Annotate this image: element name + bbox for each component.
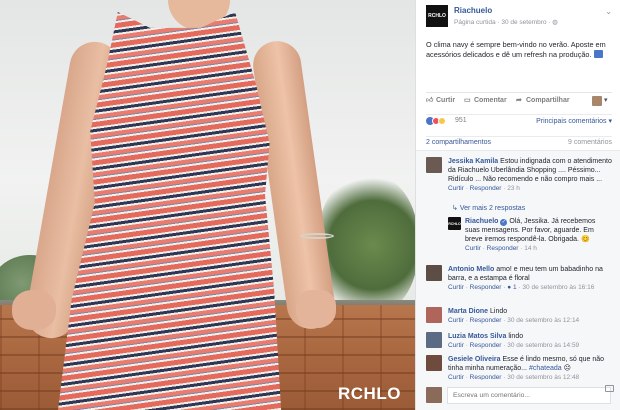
avatar[interactable] [426,355,442,371]
post-as-avatar[interactable] [592,96,602,106]
comment-time[interactable]: 30 de setembro às 14:59 [507,342,579,349]
post-text: O clima navy é sempre bem-vindo no verão… [426,40,612,60]
thumbs-up-icon: ● [507,284,512,291]
sad-emoji-icon: ☹ [563,365,571,372]
comment-reply-link[interactable]: Responder [470,342,502,349]
comments-list: Jessika Kamila Estou indignada com o ate… [416,150,620,382]
comment-button[interactable]: ▭ Comentar [464,97,507,104]
chevron-down-icon[interactable]: ⌄ [605,7,612,16]
post-text-body: O clima navy é sempre bem-vindo no verão… [426,40,606,59]
comment-meta: Curtir · Responder · 23 h [448,185,520,192]
page-avatar[interactable]: RCHLO [426,5,448,27]
post-header: RCHLO Riachuelo Página curtida · 30 de s… [426,5,616,31]
comment-label: Comentar [474,97,507,104]
reply-like-link[interactable]: Curtir [465,245,481,252]
like-button[interactable]: 👍︎ Curtir [426,97,455,104]
wow-reaction-icon [438,117,446,125]
reaction-count[interactable]: 951 [455,117,467,124]
thumbs-up-icon: 👍︎ [426,97,434,104]
comment-icon: ▭ [464,97,471,104]
reply-author[interactable]: Riachuelo [465,218,498,225]
post-photo[interactable]: RCHLO [0,0,415,410]
comment-input[interactable] [447,387,611,404]
like-label: Curtir [436,97,456,104]
globe-icon: ◍ [552,19,558,26]
comment-author[interactable]: Gesiele Oliveira [448,356,501,363]
comment-author[interactable]: Luzia Matos Silva [448,333,506,340]
counts-row: 2 compartilhamentos 9 comentários [426,136,612,148]
reply-reply-link[interactable]: Responder [487,245,519,252]
comment-meta: Curtir · Responder · 30 de setembro às 1… [448,317,580,324]
comments-count[interactable]: 9 comentários [568,139,612,146]
write-comment-bar [416,380,620,410]
photo-hand-right [296,290,336,328]
share-icon: ➦ [516,97,522,104]
comment-author[interactable]: Antonio Mello [448,266,494,273]
comment-body: Marta Dione Lindo Curtir · Responder · 3… [448,307,613,325]
photo-bracelet [300,233,334,239]
verified-badge-icon: ✓ [500,219,508,226]
reactions-row: 951 Principais comentários ▾ [426,114,612,126]
comment-sort-dropdown[interactable]: Principais comentários ▾ [536,117,612,125]
comment-like-link[interactable]: Curtir [448,317,464,324]
view-more-replies-link[interactable]: ↳ Ver mais 2 respostas [452,204,525,212]
comment-reply-link[interactable]: Responder [470,317,502,324]
hashtag-link[interactable]: #chateada [529,365,562,372]
comment-meta: Curtir · Responder · 30 de setembro às 1… [448,342,580,349]
comment-reply-link[interactable]: Responder [470,284,502,291]
comment-time[interactable]: 30 de setembro às 12:14 [507,317,579,324]
emoji-icon [593,50,603,58]
comment-like-link[interactable]: Curtir [448,342,464,349]
page-name-link[interactable]: Riachuelo [454,6,492,15]
photo-watermark: RCHLO [338,384,401,403]
share-label: Compartilhar [526,97,570,104]
post-side-panel: RCHLO Riachuelo Página curtida · 30 de s… [415,0,620,410]
comment-body: Gesiele Oliveira Esse é lindo mesmo, só … [448,355,613,382]
comment-body: Jessika Kamila Estou indignada com o ate… [448,157,613,193]
avatar[interactable] [426,332,442,348]
shares-count-link[interactable]: 2 compartilhamentos [426,139,491,146]
comment-body: Antonio Mello amo! e meu tem um babadinh… [448,265,613,292]
comment-time[interactable]: 23 h [507,185,520,192]
view-more-replies-label: Ver mais 2 respostas [459,205,526,212]
comment-author[interactable]: Marta Dione [448,308,488,315]
comment-reply-link[interactable]: Responder [470,185,502,192]
comment-time[interactable]: 30 de setembro às 16:16 [522,284,594,291]
current-user-avatar [426,387,442,403]
comment-body: Luzia Matos Silva lindo Curtir · Respond… [448,332,613,350]
comment-meta: Curtir · Responder · ● 1 · 30 de setembr… [448,284,595,291]
action-bar: 👍︎ Curtir ▭ Comentar ➦ Compartilhar ▾ [426,92,612,106]
reply-arrow-icon: ↳ [452,205,458,212]
post-meta: Página curtida · 30 de setembro · ◍ [454,18,558,26]
photo-hand-left [12,290,56,330]
avatar[interactable] [426,157,442,173]
comment-author[interactable]: Jessika Kamila [448,158,498,165]
reaction-icons[interactable] [426,117,446,125]
comment-text: Lindo [490,308,508,315]
avatar[interactable] [426,307,442,323]
post-meta-text: Página curtida · 30 de setembro · [454,19,551,26]
comment-text: lindo [508,333,524,340]
share-button[interactable]: ➦ Compartilhar [516,97,570,104]
reply-meta: Curtir · Responder · 14 h [465,245,537,252]
comment-like-link[interactable]: Curtir [448,284,464,291]
reply-body: Riachuelo ✓ Olá, Jessika. Já recebemos s… [465,217,610,253]
camera-icon[interactable] [605,385,614,392]
comment-like-count-value: 1 [513,284,517,291]
avatar[interactable] [426,265,442,281]
page-logo-text: RCHLO [428,13,446,19]
caret-down-icon[interactable]: ▾ [604,96,608,104]
reply-avatar[interactable]: RCHLO [448,217,461,230]
comment-like-link[interactable]: Curtir [448,185,464,192]
comment-like-count[interactable]: ● 1 [507,284,516,291]
reply-time[interactable]: 14 h [524,245,537,252]
